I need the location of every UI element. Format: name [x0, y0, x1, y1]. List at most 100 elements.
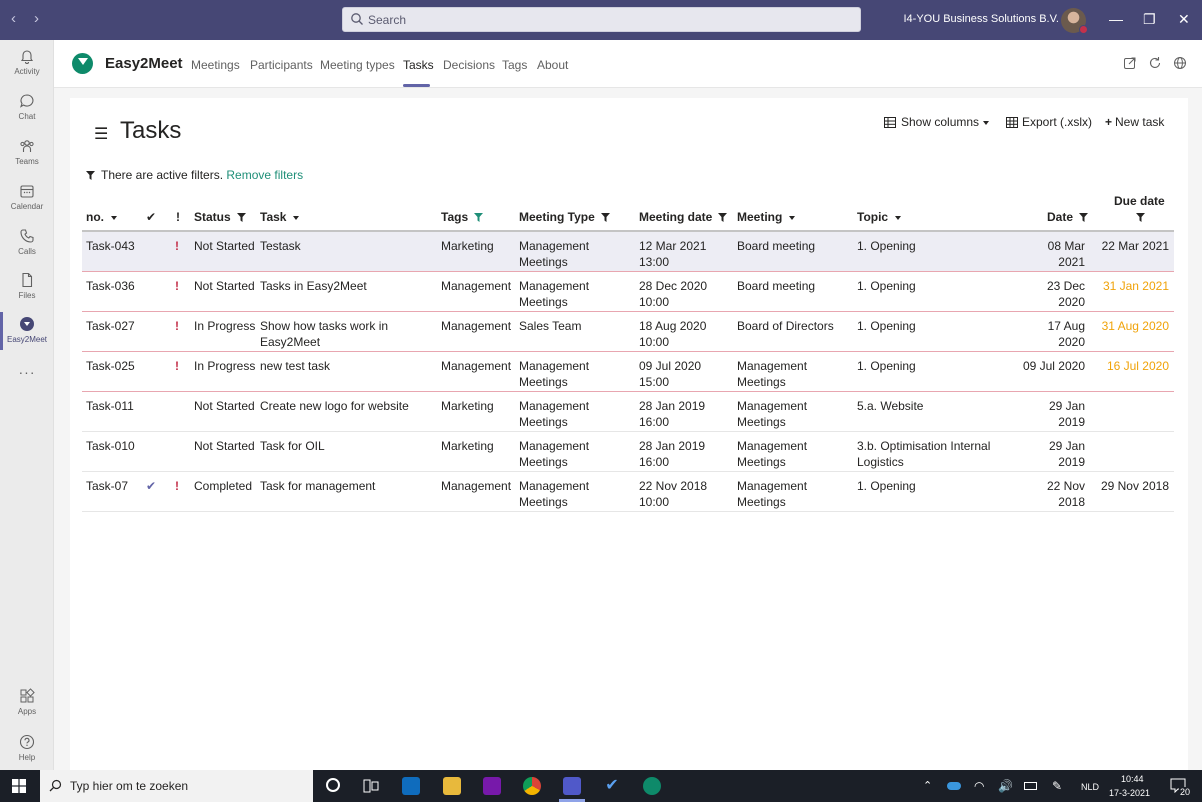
- cell-task[interactable]: Show how tasks work in Easy2Meet: [260, 318, 436, 350]
- rail-item-teams[interactable]: Teams: [0, 138, 54, 166]
- menu-icon[interactable]: ☰: [94, 124, 108, 144]
- rail-item-apps[interactable]: Apps: [0, 688, 54, 716]
- tab-meetings[interactable]: Meetings: [191, 58, 240, 72]
- rail-label: Teams: [15, 157, 39, 166]
- cell-task[interactable]: new test task: [260, 358, 436, 374]
- table-row[interactable]: Task-010 Not Started Task for OIL Marketing…: [82, 432, 1174, 472]
- filter-icon[interactable]: [236, 213, 246, 222]
- easy2meet-taskbar-icon[interactable]: [643, 777, 661, 795]
- outlook-icon[interactable]: [402, 777, 420, 795]
- todo-icon[interactable]: ✔: [603, 777, 621, 795]
- export-button[interactable]: Export (.xslx): [1006, 115, 1092, 129]
- filter-icon[interactable]: [600, 213, 610, 222]
- cell-done[interactable]: ✔: [146, 478, 158, 494]
- task-view-icon[interactable]: [363, 779, 379, 793]
- filter-icon[interactable]: [1136, 213, 1145, 222]
- cell-task[interactable]: Task for OIL: [260, 438, 436, 454]
- cell-topic: 1. Opening: [857, 479, 916, 493]
- chrome-icon[interactable]: [523, 777, 541, 795]
- clock-time[interactable]: 10:44: [1121, 774, 1144, 784]
- col-header-meeting[interactable]: Meeting: [737, 210, 796, 224]
- filter-active-icon[interactable]: [474, 213, 484, 222]
- cell-tags: Marketing: [441, 399, 494, 413]
- cell-no: Task-025: [86, 359, 135, 373]
- restore-icon[interactable]: ❐: [1143, 11, 1156, 27]
- sort-icon: [111, 215, 117, 220]
- col-header-priority[interactable]: !: [176, 210, 180, 224]
- avatar[interactable]: [1061, 8, 1088, 34]
- col-header-meeting-date[interactable]: Meeting date: [639, 210, 728, 224]
- cell-date: 08 Mar 2021: [1047, 239, 1085, 269]
- filter-icon[interactable]: [718, 213, 728, 222]
- remove-filters-link[interactable]: Remove filters: [226, 168, 303, 182]
- popout-icon[interactable]: [1123, 56, 1137, 70]
- table-row[interactable]: Task-025! In Progress new test task Managem…: [82, 352, 1174, 392]
- rail-label: Chat: [18, 112, 36, 121]
- forward-icon[interactable]: ›: [34, 11, 39, 27]
- cell-meeting: Management Meetings: [737, 479, 808, 509]
- col-header-status[interactable]: Status: [194, 210, 246, 224]
- col-header-tags[interactable]: Tags: [441, 210, 484, 224]
- col-header-no[interactable]: no.: [86, 210, 117, 224]
- tab-meeting-types[interactable]: Meeting types: [320, 58, 395, 72]
- tab-decisions[interactable]: Decisions: [443, 58, 495, 72]
- plus-icon: +: [1105, 115, 1113, 129]
- wifi-icon[interactable]: ◠: [974, 779, 984, 793]
- file-explorer-icon[interactable]: [443, 777, 461, 795]
- cortana-icon[interactable]: [326, 778, 340, 792]
- cell-task[interactable]: Tasks in Easy2Meet: [260, 278, 436, 294]
- cell-status: Not Started: [194, 439, 255, 453]
- globe-icon[interactable]: [1173, 56, 1187, 70]
- teams-taskbar-icon[interactable]: [563, 777, 581, 795]
- table-row[interactable]: Task-011 Not Started Create new logo for w…: [82, 392, 1174, 432]
- minimize-icon[interactable]: —: [1109, 11, 1123, 27]
- language-indicator[interactable]: NLD: [1081, 782, 1099, 792]
- volume-icon[interactable]: 🔊: [998, 779, 1013, 793]
- rail-item-easy2meet[interactable]: Easy2Meet: [0, 312, 54, 350]
- col-header-done[interactable]: ✔: [146, 210, 156, 224]
- back-icon[interactable]: ‹: [11, 11, 16, 27]
- filter-icon[interactable]: [1079, 213, 1089, 222]
- search-input[interactable]: Search: [342, 7, 861, 32]
- cell-meeting-type: Management Meetings: [519, 239, 590, 269]
- cell-no: Task-036: [86, 279, 135, 293]
- taskbar-search-input[interactable]: Typ hier om te zoeken: [40, 770, 313, 802]
- show-columns-button[interactable]: Show columns: [884, 115, 990, 129]
- col-header-label: Meeting date: [639, 210, 713, 224]
- col-header-due-date[interactable]: Due date: [1114, 194, 1165, 208]
- new-task-button[interactable]: + New task: [1105, 115, 1164, 129]
- cell-task[interactable]: Create new logo for website: [260, 398, 436, 414]
- onenote-icon[interactable]: [483, 777, 501, 795]
- tab-tasks[interactable]: Tasks: [403, 58, 434, 72]
- org-name[interactable]: I4-YOU Business Solutions B.V.: [903, 13, 1059, 25]
- more-apps-icon[interactable]: ···: [0, 364, 54, 380]
- table-row[interactable]: Task-027! In Progress Show how tasks work …: [82, 312, 1174, 352]
- rail-item-help[interactable]: Help: [0, 734, 54, 762]
- rail-item-files[interactable]: Files: [0, 272, 54, 300]
- rail-item-activity[interactable]: Activity: [0, 48, 54, 76]
- tab-about[interactable]: About: [537, 58, 568, 72]
- rail-item-chat[interactable]: Chat: [0, 93, 54, 121]
- cell-task[interactable]: Testask: [260, 238, 436, 254]
- table-row[interactable]: Task-043! Not Started Testask Marketing Mana…: [82, 232, 1174, 272]
- rail-item-calls[interactable]: Calls: [0, 228, 54, 256]
- col-header-task[interactable]: Task: [260, 210, 300, 224]
- cell-task[interactable]: Task for management: [260, 478, 436, 494]
- windows-start-icon[interactable]: [12, 779, 26, 793]
- refresh-icon[interactable]: [1148, 56, 1162, 70]
- onedrive-icon[interactable]: [947, 782, 961, 790]
- col-header-meeting-type[interactable]: Meeting Type: [519, 210, 610, 224]
- table-row[interactable]: Task-07 ✔! Completed Task for management Man…: [82, 472, 1174, 512]
- col-header-topic[interactable]: Topic: [857, 210, 902, 224]
- tab-tags[interactable]: Tags: [502, 58, 527, 72]
- clock-date[interactable]: 17-3-2021: [1109, 788, 1150, 798]
- tab-participants[interactable]: Participants: [250, 58, 313, 72]
- app-name: Easy2Meet: [105, 55, 183, 72]
- pen-icon[interactable]: ✎: [1052, 779, 1062, 793]
- battery-icon[interactable]: [1024, 782, 1037, 790]
- table-row[interactable]: Task-036! Not Started Tasks in Easy2Meet Ma…: [82, 272, 1174, 312]
- chevron-up-icon[interactable]: ⌃: [923, 779, 932, 792]
- close-icon[interactable]: ✕: [1178, 11, 1190, 27]
- rail-item-calendar[interactable]: Calendar: [0, 183, 54, 211]
- col-header-date[interactable]: Date: [1047, 210, 1089, 224]
